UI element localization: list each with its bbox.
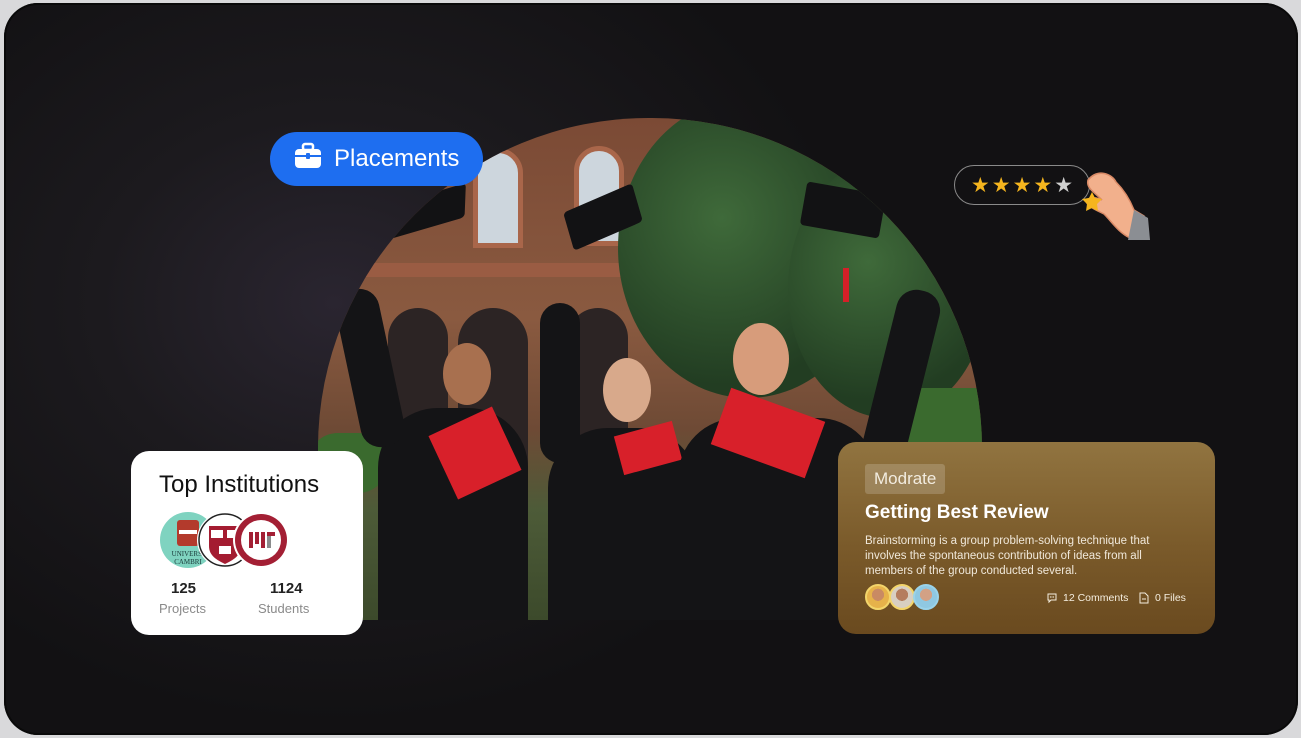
institutions-title: Top Institutions [159,471,320,498]
graduate-face [603,358,651,422]
building-cornice [358,263,658,277]
top-institutions-card: Top Institutions UNIVERSI CAMBRI 125 Proj… [131,451,363,635]
graduate-face [733,323,789,395]
projects-label: Projects [159,601,206,616]
hand-icon [1082,172,1150,240]
avatar [865,584,891,610]
placements-label: Placements [334,145,460,172]
star-icon: ★ [1012,173,1032,197]
star-rating: ★ ★ ★ ★ ★ [954,165,1090,205]
review-description: Brainstorming is a group problem-solving… [865,535,1150,577]
students-label: Students [258,601,310,616]
briefcase-icon [292,140,324,179]
cap-tassel [843,268,849,302]
comments-meta[interactable]: 12 Comments [1046,592,1128,604]
star-icon: ★ [970,173,990,197]
students-count: 1124 [270,580,303,597]
star-empty-icon: ★ [1054,173,1074,197]
star-icon: ★ [991,173,1011,197]
placements-pill[interactable]: Placements [270,132,483,186]
projects-count: 125 [171,580,197,597]
avatar [889,584,915,610]
file-icon [1139,592,1149,604]
star-icon: ★ [1033,173,1053,197]
comment-icon [1047,593,1057,604]
status-badge: Modrate [865,464,946,494]
review-card: Modrate Getting Best Review Brainstormin… [838,442,1215,634]
files-count: 0 Files [1155,592,1186,604]
graduate-arm [540,303,580,463]
avatar [913,584,939,610]
files-meta[interactable]: 0 Files [1138,592,1186,604]
review-title: Getting Best Review [865,502,1049,523]
svg-text:CAMBRI: CAMBRI [174,558,202,566]
comments-count: 12 Comments [1063,592,1129,604]
mit-logo [233,512,289,568]
graduate-face [443,343,491,405]
